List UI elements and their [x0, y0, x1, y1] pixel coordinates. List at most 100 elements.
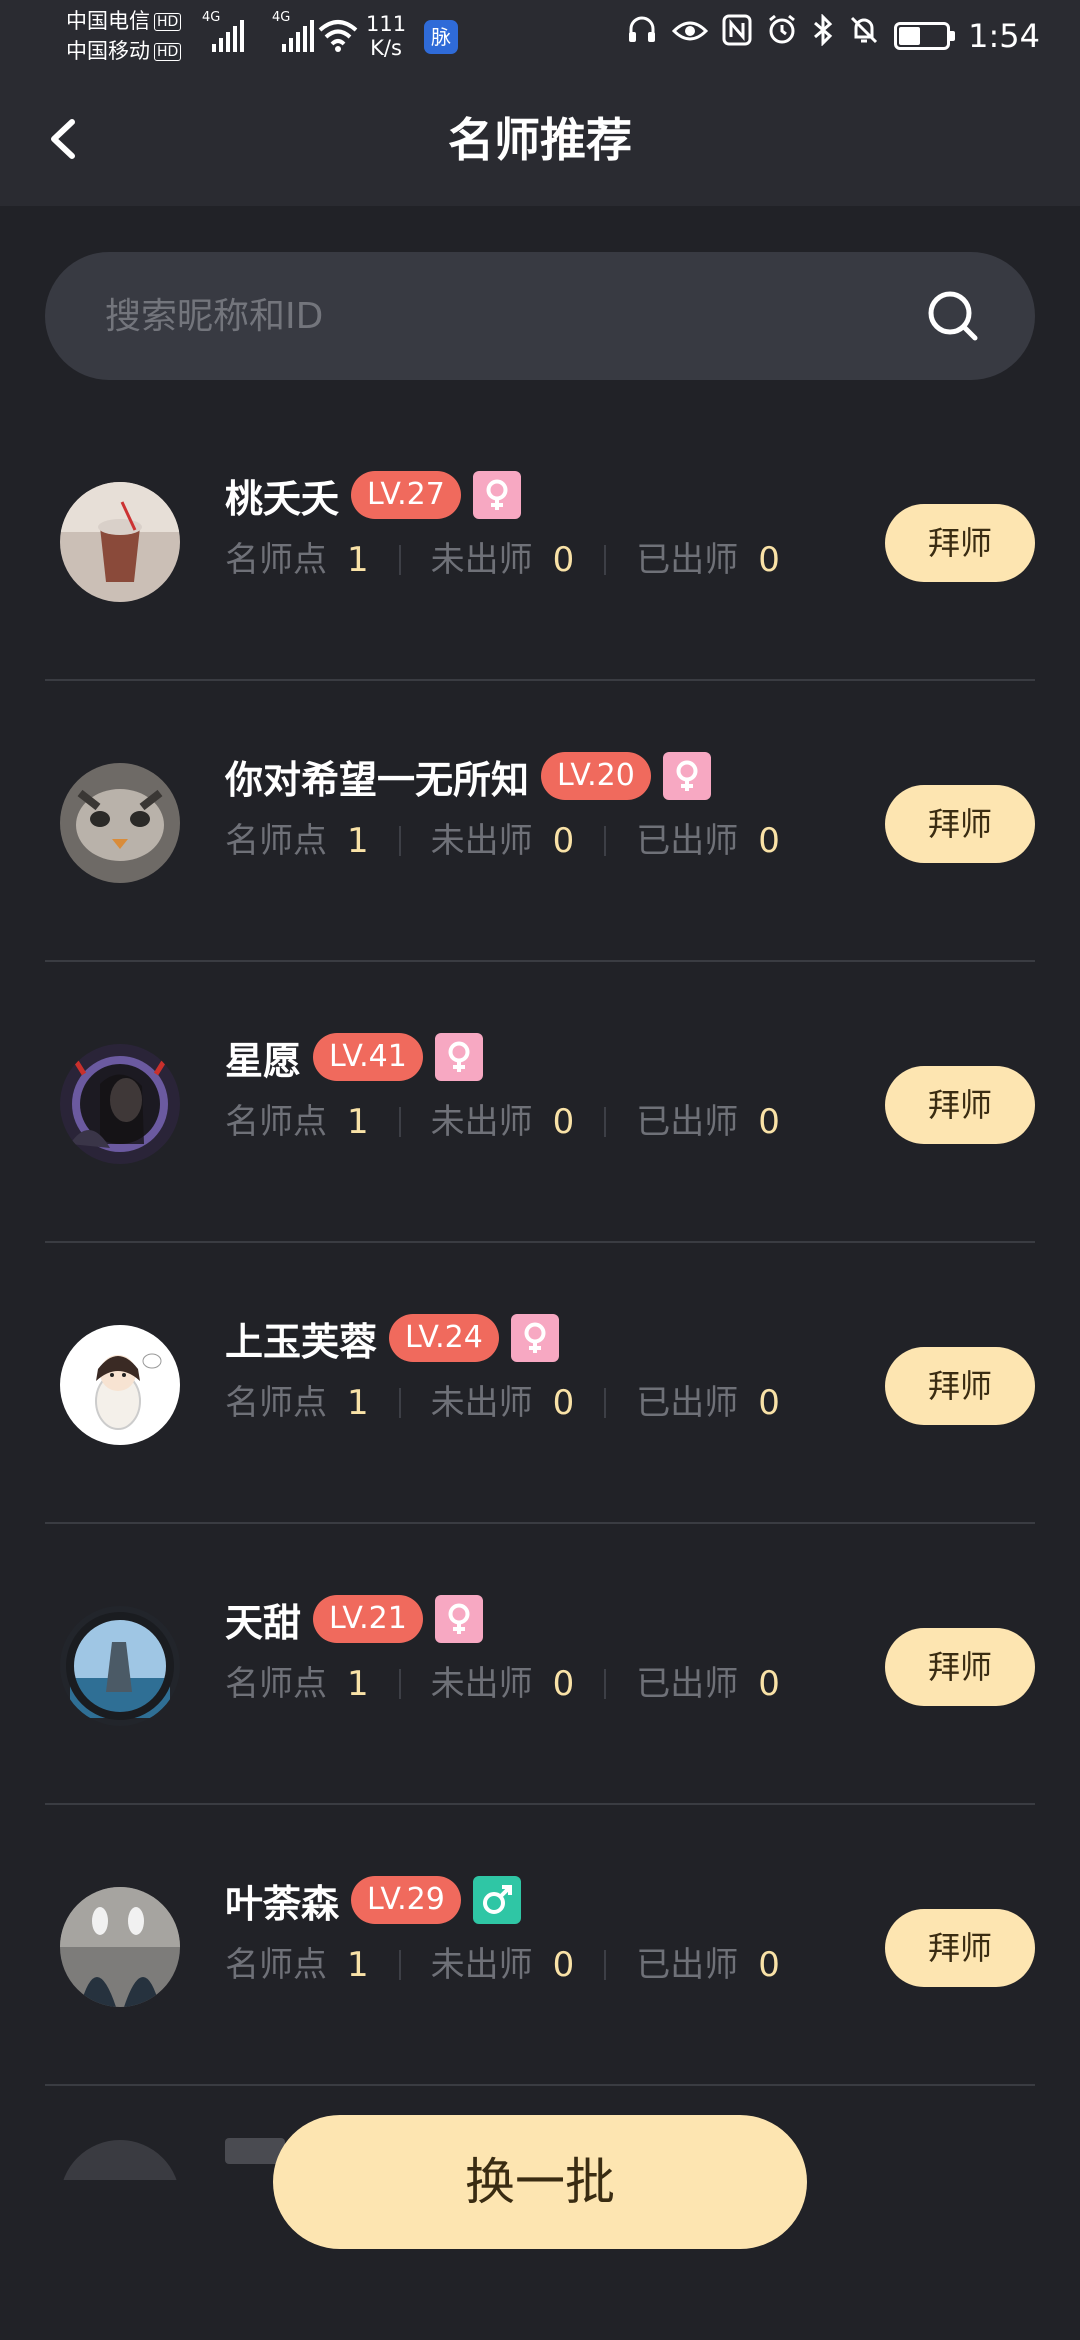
divider [398, 1107, 401, 1137]
headphones-icon [626, 14, 658, 57]
avatar[interactable] [60, 1044, 180, 1164]
master-name: 桃夭夭 [225, 476, 340, 521]
stat-unfinished: 未出师 0 [430, 1102, 575, 1142]
carrier-1: 中国电信 [66, 9, 150, 33]
divider [604, 1107, 607, 1137]
navigation-bar: 名师推荐 [0, 72, 1080, 206]
stat-finished: 已出师 0 [636, 1664, 780, 1704]
master-list-item[interactable]: 上玉芙蓉 LV.24 名师点 1 未出师 0 已出师 0 拜师 [45, 1243, 1035, 1524]
net-speed: 111 K/s [366, 12, 407, 60]
stat-unfinished: 未出师 0 [430, 1383, 575, 1423]
stat-points: 名师点 1 [225, 821, 369, 861]
divider [398, 545, 401, 575]
master-name: 上玉芙蓉 [225, 1319, 378, 1364]
name-row: 星愿 LV.41 [225, 1030, 483, 1084]
female-icon [434, 1033, 483, 1081]
divider [604, 545, 607, 575]
stat-unfinished: 未出师 0 [430, 540, 575, 580]
female-icon [662, 752, 711, 800]
divider [398, 1388, 401, 1418]
master-name: 天甜 [225, 1600, 302, 1645]
master-name: 叶荼森 [225, 1881, 340, 1926]
master-list-item[interactable]: 星愿 LV.41 名师点 1 未出师 0 已出师 0 拜师 [45, 962, 1035, 1243]
status-bar: 中国电信 HD 中国移动 HD 4G 4G 111 K/s 脉 1:54 [0, 0, 1080, 72]
level-badge: LV.29 [351, 1876, 461, 1924]
signal-icon: 4G [272, 10, 314, 52]
name-row: 上玉芙蓉 LV.24 [225, 1311, 559, 1365]
stat-finished: 已出师 0 [636, 540, 780, 580]
status-icons: 1:54 [626, 13, 1040, 57]
stat-points: 名师点 1 [225, 1383, 369, 1423]
level-badge: LV.21 [313, 1595, 423, 1643]
avatar[interactable] [60, 1887, 180, 2007]
level-badge: LV.24 [389, 1314, 499, 1362]
alarm-icon [766, 14, 798, 57]
avatar[interactable] [60, 763, 180, 883]
female-icon [510, 1314, 559, 1362]
apprentice-button[interactable]: 拜师 [885, 1628, 1035, 1706]
avatar[interactable] [60, 1606, 180, 1726]
stats-row: 名师点 1 未出师 0 已出师 0 [225, 538, 780, 582]
hd-badge: HD [154, 43, 182, 61]
carrier-2: 中国移动 [66, 39, 150, 63]
search-icon[interactable] [923, 286, 983, 346]
mute-icon [848, 14, 880, 57]
level-badge: LV.20 [541, 752, 651, 800]
app-notification-icon: 脉 [424, 20, 458, 54]
divider [398, 1950, 401, 1980]
stat-finished: 已出师 0 [636, 1945, 780, 1985]
divider [398, 1669, 401, 1699]
stat-finished: 已出师 0 [636, 821, 780, 861]
stat-finished: 已出师 0 [636, 1383, 780, 1423]
male-icon [472, 1876, 521, 1924]
master-list-item[interactable]: 你对希望一无所知 LV.20 名师点 1 未出师 0 已出师 0 拜师 [45, 681, 1035, 962]
avatar[interactable] [60, 1325, 180, 1445]
stat-finished: 已出师 0 [636, 1102, 780, 1142]
search-input[interactable] [105, 252, 905, 380]
apprentice-button[interactable]: 拜师 [885, 1066, 1035, 1144]
apprentice-button[interactable]: 拜师 [885, 1347, 1035, 1425]
level-badge: LV.27 [351, 471, 461, 519]
swap-batch-button[interactable]: 换一批 [273, 2115, 807, 2249]
carrier-info: 中国电信 HD 中国移动 HD [66, 6, 182, 66]
battery-icon [894, 21, 956, 50]
name-row: 你对希望一无所知 LV.20 [225, 749, 711, 803]
female-icon [434, 1595, 483, 1643]
stat-points: 名师点 1 [225, 1664, 369, 1704]
divider [604, 1388, 607, 1418]
stat-points: 名师点 1 [225, 1945, 369, 1985]
stat-points: 名师点 1 [225, 1102, 369, 1142]
stats-row: 名师点 1 未出师 0 已出师 0 [225, 1662, 780, 1706]
bluetooth-icon [812, 13, 834, 57]
signal-icon: 4G [202, 10, 244, 52]
nfc-icon [722, 14, 752, 57]
female-icon [472, 471, 521, 519]
stat-unfinished: 未出师 0 [430, 1945, 575, 1985]
apprentice-button[interactable]: 拜师 [885, 1909, 1035, 1987]
stat-points: 名师点 1 [225, 540, 369, 580]
avatar[interactable] [60, 482, 180, 602]
divider [398, 826, 401, 856]
divider [604, 826, 607, 856]
stats-row: 名师点 1 未出师 0 已出师 0 [225, 819, 780, 863]
eye-icon [672, 16, 709, 56]
stat-unfinished: 未出师 0 [430, 821, 575, 861]
wifi-icon [318, 18, 358, 56]
battery-level [899, 26, 921, 45]
master-list-item[interactable]: 叶荼森 LV.29 名师点 1 未出师 0 已出师 0 拜师 [45, 1805, 1035, 2086]
master-list-item[interactable]: 天甜 LV.21 名师点 1 未出师 0 已出师 0 拜师 [45, 1524, 1035, 1805]
stats-row: 名师点 1 未出师 0 已出师 0 [225, 1943, 780, 1987]
name-row: 叶荼森 LV.29 [225, 1873, 521, 1927]
master-list-item[interactable]: 桃夭夭 LV.27 名师点 1 未出师 0 已出师 0 拜师 [45, 400, 1035, 681]
page-title: 名师推荐 [448, 113, 632, 167]
apprentice-button[interactable]: 拜师 [885, 785, 1035, 863]
master-list: 桃夭夭 LV.27 名师点 1 未出师 0 已出师 0 拜师 你对希望一无所知 LV.20 名师点 1 未… [45, 400, 1035, 2286]
master-name: 星愿 [225, 1038, 302, 1083]
master-name: 你对希望一无所知 [225, 757, 530, 802]
clock: 1:54 [968, 16, 1040, 55]
search-bar [45, 252, 1035, 380]
stats-row: 名师点 1 未出师 0 已出师 0 [225, 1100, 780, 1144]
hd-badge: HD [154, 13, 182, 31]
divider [604, 1669, 607, 1699]
apprentice-button[interactable]: 拜师 [885, 504, 1035, 582]
